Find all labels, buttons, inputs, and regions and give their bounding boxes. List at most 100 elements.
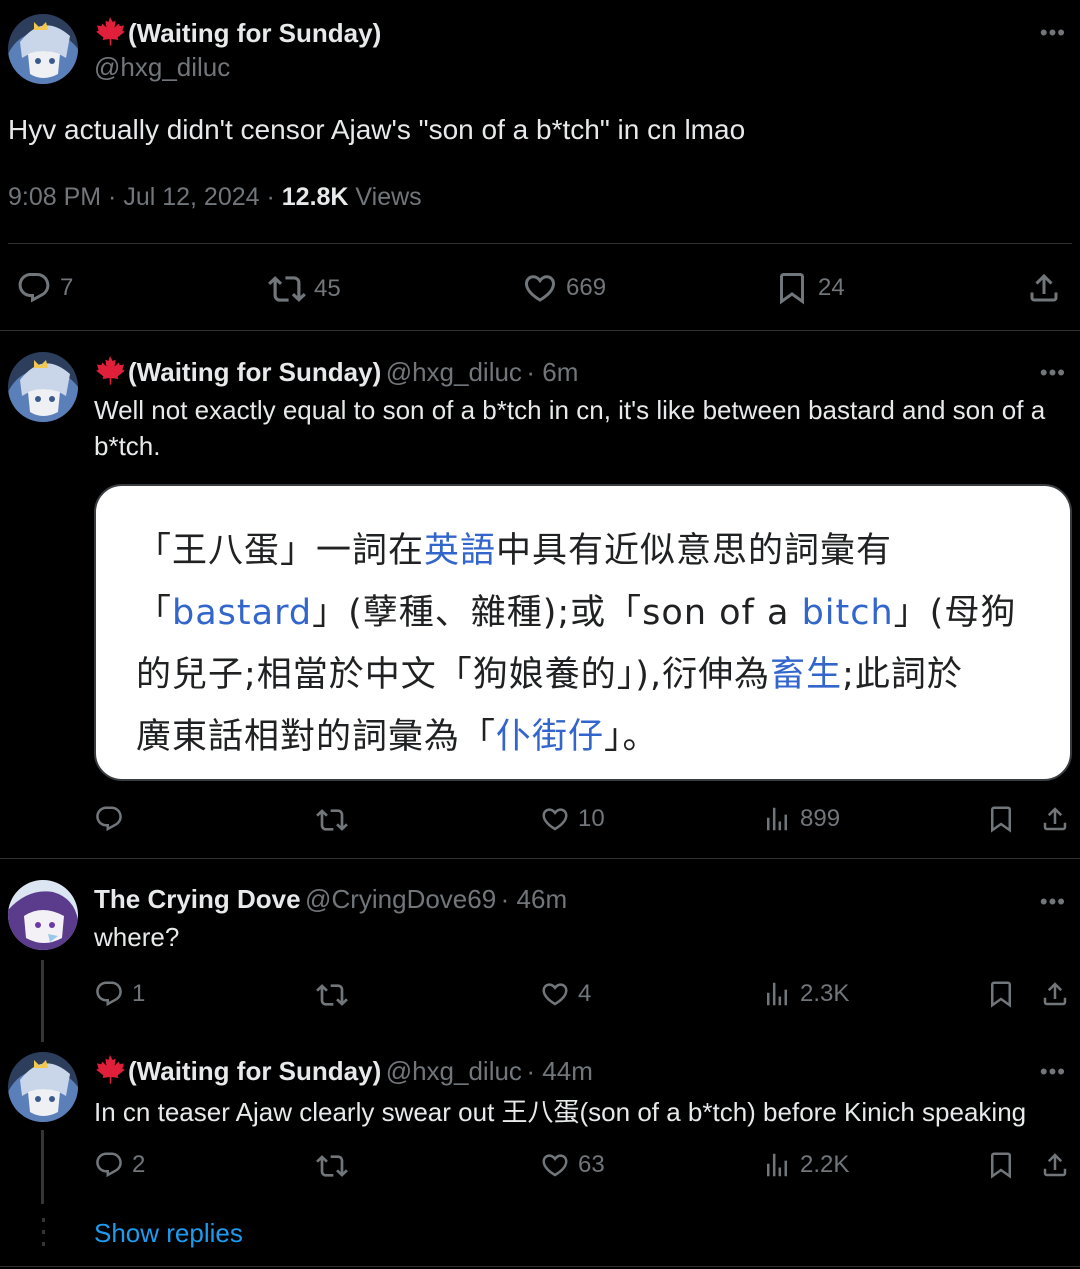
avatar[interactable] [8, 14, 78, 84]
share-button[interactable] [1040, 1150, 1070, 1180]
share-icon [1040, 804, 1070, 834]
views-button[interactable]: 899 [762, 804, 840, 834]
like-button[interactable]: 10 [540, 804, 605, 834]
avatar[interactable] [8, 352, 78, 422]
author-name[interactable]: (Waiting for Sunday) [94, 357, 381, 387]
views-count: 899 [800, 805, 841, 832]
share-icon [1040, 979, 1070, 1009]
bookmark-button[interactable] [986, 1150, 1016, 1180]
repost-button[interactable] [316, 1150, 348, 1182]
reply-header: (Waiting for Sunday) @hxg_diluc · 44m [94, 1054, 593, 1087]
reply-button[interactable] [94, 804, 124, 834]
tweet-meta: 9:08 PM · Jul 12, 2024 · 12.8K Views [8, 183, 422, 212]
heart-icon [540, 804, 570, 834]
repost-button[interactable] [316, 979, 348, 1011]
bookmark-count: 24 [818, 274, 845, 301]
maple-leaf-icon [94, 1054, 126, 1084]
author-name[interactable]: The Crying Dove [94, 884, 301, 914]
more-icon[interactable]: ••• [1040, 360, 1066, 386]
reply-header: (Waiting for Sunday) @hxg_diluc · 6m [94, 355, 578, 388]
image-text-line: 「王八蛋」一詞在英語中具有近似意思的詞彙有 [136, 531, 893, 571]
reply-button[interactable]: 7 [16, 270, 73, 306]
repost-button[interactable] [316, 804, 348, 836]
image-text-line: 的兒子;相當於中文「狗娘養的」),衍伸為畜生;此詞於 [136, 655, 963, 695]
repost-icon [268, 270, 306, 308]
repost-icon [316, 1150, 348, 1182]
author-handle[interactable]: @hxg_diluc [386, 357, 522, 387]
bookmark-button[interactable] [986, 804, 1016, 834]
bookmark-icon [986, 979, 1016, 1009]
views-count: 12.8K [281, 183, 349, 211]
share-icon [1040, 1150, 1070, 1180]
views-icon [762, 1150, 792, 1180]
divider [0, 858, 1080, 859]
bookmark-button[interactable] [986, 979, 1016, 1009]
reply-text: where? [94, 922, 180, 952]
views-label: Views [348, 183, 422, 211]
maple-leaf-icon [94, 355, 126, 385]
bookmark-icon [986, 804, 1016, 834]
like-count: 4 [578, 980, 592, 1007]
like-button[interactable]: 63 [540, 1150, 605, 1180]
reply-age[interactable]: · 44m [526, 1056, 592, 1086]
thread-line [41, 1130, 44, 1204]
like-count: 669 [566, 274, 607, 301]
reply-icon [94, 1150, 124, 1180]
bookmark-icon [774, 270, 810, 306]
share-button[interactable] [1040, 804, 1070, 834]
views-count: 2.3K [800, 980, 850, 1007]
heart-icon [540, 979, 570, 1009]
reply-button[interactable]: 2 [94, 1150, 145, 1180]
attached-image[interactable]: 「王八蛋」一詞在英語中具有近似意思的詞彙有 「bastard」(孽種、雜種);或… [94, 484, 1072, 781]
author-name[interactable]: (Waiting for Sunday) [94, 1056, 381, 1086]
more-icon[interactable]: ••• [1040, 20, 1066, 46]
author-handle[interactable]: @hxg_diluc [386, 1056, 522, 1086]
bookmark-icon [986, 1150, 1016, 1180]
share-button[interactable] [1040, 979, 1070, 1009]
divider [0, 1266, 1080, 1267]
reply-button[interactable]: 1 [94, 979, 145, 1009]
repost-icon [316, 979, 348, 1011]
like-button[interactable]: 4 [540, 979, 591, 1009]
reply-count: 1 [132, 980, 146, 1007]
avatar[interactable] [8, 1052, 78, 1122]
avatar[interactable] [8, 880, 78, 950]
repost-button[interactable]: 45 [268, 270, 341, 308]
image-text-line: 廣東話相對的詞彙為「仆街仔」。 [136, 717, 659, 757]
reply-icon [94, 804, 124, 834]
repost-count: 45 [314, 275, 341, 302]
more-icon[interactable]: ••• [1040, 889, 1066, 915]
views-icon [762, 804, 792, 834]
repost-icon [316, 804, 348, 836]
thread-dots [42, 1218, 45, 1252]
divider [0, 330, 1080, 331]
views-button[interactable]: 2.3K [762, 979, 849, 1009]
views-count: 2.2K [800, 1151, 850, 1178]
show-replies-link[interactable]: Show replies [94, 1218, 243, 1249]
reply-count: 7 [60, 274, 74, 301]
views-button[interactable]: 2.2K [762, 1150, 849, 1180]
heart-icon [540, 1150, 570, 1180]
heart-icon [522, 270, 558, 306]
tweet-text: Hyv actually didn't censor Ajaw's "son o… [8, 114, 746, 145]
author-name[interactable]: (Waiting for Sunday) [94, 16, 381, 49]
reply-text: Well not exactly equal to son of a b*tch… [94, 395, 1046, 461]
share-button[interactable] [1026, 270, 1062, 306]
like-count: 10 [578, 805, 605, 832]
image-text-line: 「bastard」(孽種、雜種);或「son of a bitch」(母狗 [136, 593, 1017, 633]
more-icon[interactable]: ••• [1040, 1059, 1066, 1085]
thread-line [41, 960, 44, 1042]
reply-text: In cn teaser Ajaw clearly swear out 王八蛋(… [94, 1097, 1027, 1127]
like-count: 63 [578, 1151, 605, 1178]
reply-age[interactable]: · 6m [526, 357, 578, 387]
like-button[interactable]: 669 [522, 270, 606, 306]
author-handle[interactable]: @CryingDove69 [305, 884, 496, 914]
reply-age[interactable]: · 46m [501, 884, 567, 914]
reply-count: 2 [132, 1151, 146, 1178]
divider [8, 243, 1072, 244]
maple-leaf-icon [94, 16, 126, 46]
reply-icon [94, 979, 124, 1009]
author-handle[interactable]: @hxg_diluc [94, 52, 230, 83]
tweet-time[interactable]: 9:08 PM · Jul 12, 2024 · [8, 183, 282, 211]
bookmark-button[interactable]: 24 [774, 270, 845, 306]
